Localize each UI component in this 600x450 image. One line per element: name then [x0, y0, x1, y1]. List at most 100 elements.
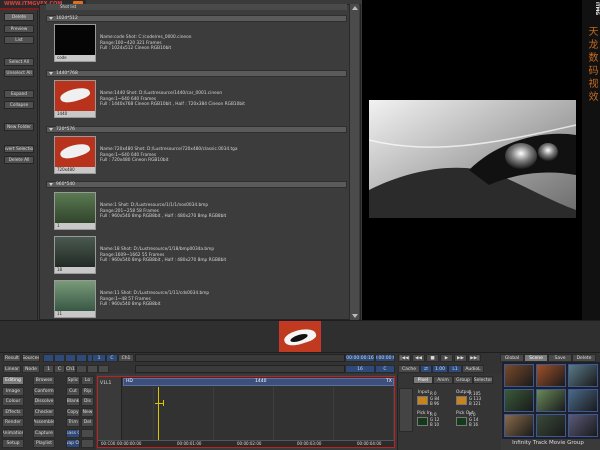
- menu-col1-2[interactable]: Colour: [2, 397, 24, 406]
- timeline-cursor[interactable]: [158, 387, 159, 442]
- transport-slot-5[interactable]: 1: [43, 365, 54, 373]
- menu-col2-4[interactable]: Assemble: [33, 418, 55, 427]
- collapse-icon[interactable]: [49, 183, 53, 186]
- clip-thumbnail[interactable]: code: [54, 24, 96, 62]
- group-header-1[interactable]: 1440*768: [46, 70, 347, 77]
- menu-col1-5[interactable]: Animation: [2, 428, 24, 438]
- menu-col2-0[interactable]: Browse: [33, 376, 55, 385]
- menu-col4-2[interactable]: Dis: [81, 397, 94, 406]
- menu-col3-6[interactable]: Swap OFF: [66, 439, 80, 448]
- playback-stop-icon[interactable]: ■: [426, 354, 439, 362]
- right-delete-button[interactable]: Delete: [572, 354, 596, 362]
- menu-col3-1[interactable]: Cut: [66, 386, 80, 396]
- right-save-button[interactable]: Save: [548, 354, 572, 362]
- menu-col2-6[interactable]: Playlist: [33, 439, 55, 448]
- menu-col1-6[interactable]: Setup: [2, 439, 24, 448]
- bin-thumbnail[interactable]: [536, 414, 566, 437]
- group-header-3[interactable]: 960*540: [46, 181, 347, 188]
- current-clip-thumbnail[interactable]: [279, 321, 321, 353]
- side-button-delete-all[interactable]: Delete All: [4, 156, 34, 164]
- timecode-out[interactable]: 16: [345, 365, 375, 373]
- audio-button[interactable]: AudioL: [462, 365, 484, 373]
- menu-col1-0[interactable]: Editing: [2, 376, 24, 385]
- side-button-invert-selection[interactable]: Invert Selection: [4, 145, 34, 153]
- bin-thumbnail[interactable]: [536, 389, 566, 412]
- input-swatch[interactable]: [417, 396, 428, 405]
- color-tab-anim[interactable]: Anim: [433, 376, 453, 384]
- group-header-0[interactable]: 1024*512: [46, 15, 347, 22]
- bin-thumbnail[interactable]: [504, 364, 534, 387]
- transport-mode-0[interactable]: Result: [3, 354, 21, 362]
- transport-slot-0[interactable]: [43, 354, 54, 362]
- menu-col2-1[interactable]: Conform: [33, 386, 55, 396]
- speed-field[interactable]: 1.00: [432, 365, 448, 373]
- clip-thumbnail[interactable]: 11: [54, 280, 96, 318]
- playback-end-icon[interactable]: ▶▶|: [468, 354, 481, 362]
- playback-start-icon[interactable]: |◀◀: [398, 354, 411, 362]
- bin-thumbnail[interactable]: [568, 389, 598, 412]
- transport-mode-3[interactable]: Node: [22, 365, 40, 373]
- transport-slot-7[interactable]: Ch1: [65, 365, 76, 373]
- bin-thumbnail[interactable]: [536, 364, 566, 387]
- side-button-collapse[interactable]: Collapse: [4, 101, 34, 109]
- bin-thumbnail[interactable]: [504, 414, 534, 437]
- menu-col3-5[interactable]: Bypass OFF: [66, 428, 80, 438]
- playback-rewind-icon[interactable]: ◀◀: [412, 354, 425, 362]
- side-button-unselect-all[interactable]: Unselect All: [4, 69, 34, 77]
- timeline[interactable]: [97, 376, 395, 448]
- output-swatch[interactable]: [456, 396, 467, 405]
- collapse-icon[interactable]: [49, 72, 53, 75]
- menu-col2-2[interactable]: Dissolve: [33, 397, 55, 406]
- color-panel-side-buttons[interactable]: [399, 388, 413, 432]
- clip-thumbnail[interactable]: 18: [54, 236, 96, 274]
- color-tab-selector[interactable]: Selector: [473, 376, 493, 384]
- color-tab-group[interactable]: Group: [453, 376, 473, 384]
- menu-col4-4[interactable]: Del: [81, 418, 94, 427]
- menu-col1-1[interactable]: Image: [2, 386, 24, 396]
- clip-thumbnail[interactable]: 1440: [54, 80, 96, 118]
- loop-icon[interactable]: ⇄: [420, 365, 432, 373]
- bin-thumbnail[interactable]: [504, 389, 534, 412]
- scroll-up-icon[interactable]: [352, 6, 358, 10]
- menu-col1-4[interactable]: Render: [2, 418, 24, 427]
- menu-col2-5[interactable]: Capture: [33, 428, 55, 438]
- transport-slot-8[interactable]: [76, 365, 87, 373]
- menu-col3-2[interactable]: Blank: [66, 397, 80, 406]
- menu-col4-6[interactable]: [81, 439, 94, 448]
- menu-col3-3[interactable]: Copy: [66, 407, 80, 417]
- l1-button[interactable]: L1: [448, 365, 462, 373]
- transport-mode-2[interactable]: Linear: [3, 365, 21, 373]
- scrub-bar-2[interactable]: [135, 365, 345, 373]
- transport-slot-3[interactable]: [76, 354, 87, 362]
- side-button-preview[interactable]: Preview: [4, 25, 34, 33]
- pick-out-swatch[interactable]: [456, 417, 467, 426]
- transport-slot-2[interactable]: [65, 354, 76, 362]
- timecode-in[interactable]: 00:00:00:16: [345, 354, 375, 362]
- group-header-2[interactable]: 720*576: [46, 126, 347, 133]
- menu-col3-4[interactable]: Trim: [66, 418, 80, 427]
- clip-thumbnail[interactable]: 1: [54, 192, 96, 230]
- color-tab-pixel[interactable]: Pixel: [413, 376, 433, 384]
- scroll-down-icon[interactable]: [352, 314, 358, 318]
- menu-col4-5[interactable]: [81, 428, 94, 438]
- pick-in-swatch[interactable]: [417, 417, 428, 426]
- right-global-button[interactable]: Global: [500, 354, 524, 362]
- transport-slot-9[interactable]: [87, 365, 98, 373]
- collapse-icon[interactable]: [49, 17, 53, 20]
- cache-button[interactable]: Cache: [398, 365, 420, 373]
- menu-col4-3[interactable]: New: [81, 407, 94, 417]
- menu-col4-0[interactable]: Lo: [81, 376, 94, 385]
- side-button-delete[interactable]: Delete: [4, 13, 34, 21]
- scrub-bar[interactable]: [135, 354, 345, 362]
- side-button-select-all[interactable]: Select All: [4, 58, 34, 66]
- transport-slot-1[interactable]: [54, 354, 65, 362]
- transport-slot-10[interactable]: [98, 365, 109, 373]
- timecode-right[interactable]: 00:00:00:00: [375, 354, 395, 362]
- library-scrollbar[interactable]: [349, 4, 359, 320]
- menu-col3-0[interactable]: Splic: [66, 376, 80, 385]
- bin-thumbnail[interactable]: [568, 364, 598, 387]
- menu-col1-3[interactable]: Effects: [2, 407, 24, 417]
- transport-mode-1[interactable]: Sources: [22, 354, 40, 362]
- playback-play-icon[interactable]: ▶: [440, 354, 453, 362]
- playback-forward-icon[interactable]: ▶▶: [454, 354, 467, 362]
